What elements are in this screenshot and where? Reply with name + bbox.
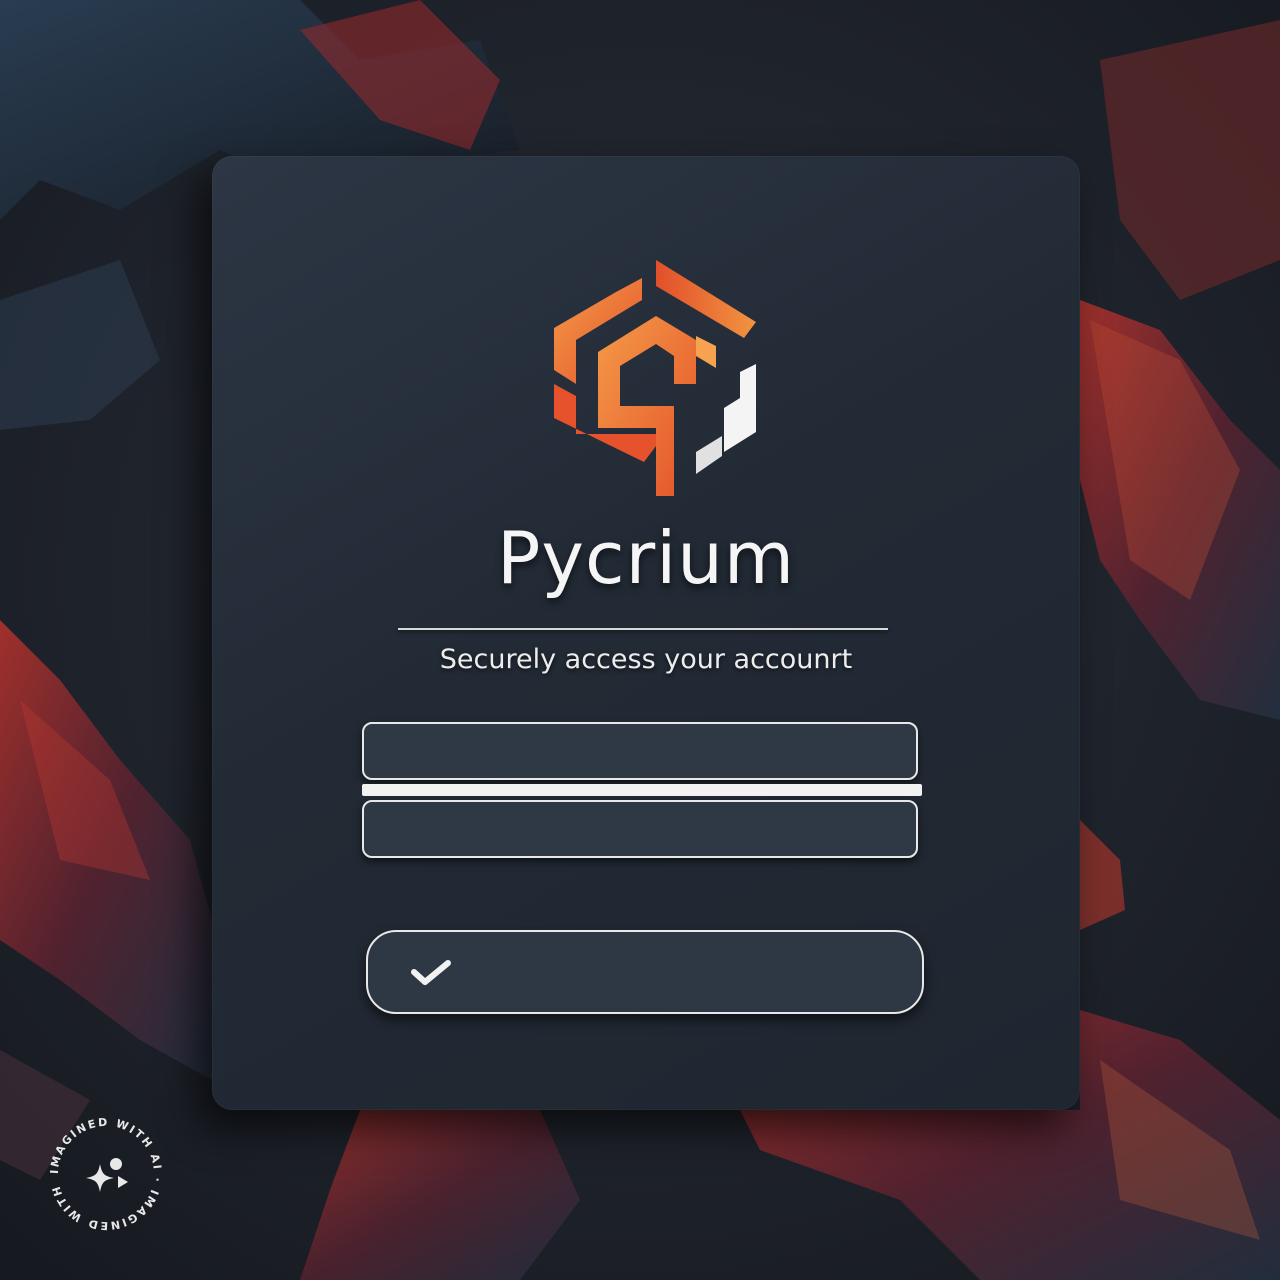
tagline: Securely access your accounrt xyxy=(439,644,853,675)
brand-name: Pycrium xyxy=(497,516,795,600)
submit-button[interactable] xyxy=(366,930,924,1014)
pycrium-logo-icon xyxy=(554,260,756,496)
field-separator xyxy=(362,784,922,796)
credential-fields xyxy=(362,722,924,862)
ai-watermark-badge: IMAGINED WITH AI · IMAGINED WITH AI · xyxy=(44,1112,164,1232)
username-input[interactable] xyxy=(362,722,918,780)
divider xyxy=(398,628,888,630)
sparkle-icon xyxy=(86,1158,128,1192)
login-card: Pycrium Securely access your accounrt xyxy=(212,156,1080,1110)
checkmark-icon xyxy=(411,960,451,985)
watermark-text: IMAGINED WITH AI · IMAGINED WITH AI · xyxy=(44,1112,164,1232)
password-input[interactable] xyxy=(362,800,918,858)
